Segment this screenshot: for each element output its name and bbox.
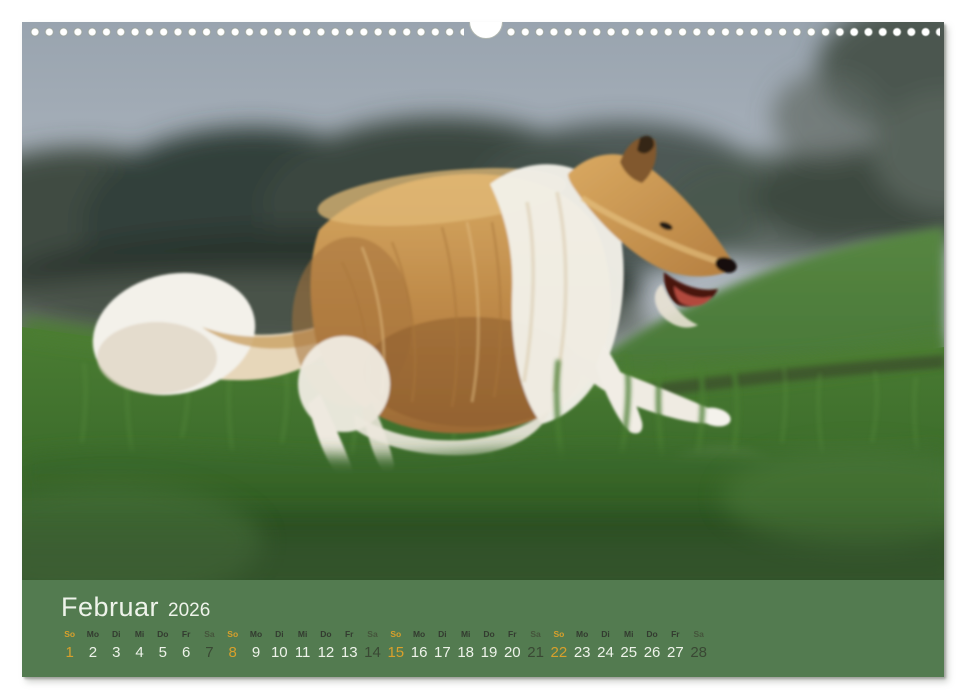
day-number: 9: [244, 643, 267, 663]
weekday-label: Mo: [571, 629, 594, 640]
day-cell: Mo 23: [571, 629, 594, 663]
binding-holes-right: [504, 25, 940, 39]
day-cell: Do 19: [477, 629, 500, 663]
weekday-label: Fr: [664, 629, 687, 640]
day-cell: Do 26: [640, 629, 663, 663]
day-number: 20: [501, 643, 524, 663]
day-cell: Sa 28: [687, 629, 710, 663]
day-number: 17: [431, 643, 454, 663]
day-cell: Di 17: [431, 629, 454, 663]
weekday-label: Di: [431, 629, 454, 640]
month-title: Februar 2026: [61, 592, 210, 623]
day-cell: Di 24: [594, 629, 617, 663]
day-cell: Mi 11: [291, 629, 314, 663]
weekday-label: Do: [477, 629, 500, 640]
dog-photo-illustration: [22, 22, 944, 580]
day-number: 14: [361, 643, 384, 663]
day-number: 16: [407, 643, 430, 663]
weekday-label: So: [547, 629, 570, 640]
day-cell: Fr 27: [664, 629, 687, 663]
weekday-label: Di: [594, 629, 617, 640]
weekday-label: So: [384, 629, 407, 640]
day-number: 26: [640, 643, 663, 663]
weekday-label: Mi: [454, 629, 477, 640]
day-cell: Mo 2: [81, 629, 104, 663]
day-number: 5: [151, 643, 174, 663]
day-number: 18: [454, 643, 477, 663]
day-number: 8: [221, 643, 244, 663]
weekday-label: Sa: [361, 629, 384, 640]
day-number: 28: [687, 643, 710, 663]
day-number: 27: [664, 643, 687, 663]
weekday-label: So: [221, 629, 244, 640]
day-number: 1: [58, 643, 81, 663]
day-number: 7: [198, 643, 221, 663]
weekday-label: Fr: [501, 629, 524, 640]
weekday-label: Do: [314, 629, 337, 640]
weekday-label: Fr: [338, 629, 361, 640]
day-number: 2: [81, 643, 104, 663]
weekday-label: Mi: [291, 629, 314, 640]
weekday-label: Fr: [174, 629, 197, 640]
weekday-label: Mo: [407, 629, 430, 640]
day-cell: Do 12: [314, 629, 337, 663]
day-cell: So 1: [58, 629, 81, 663]
day-cell: Fr 13: [338, 629, 361, 663]
day-cell: Sa 7: [198, 629, 221, 663]
weekday-label: Mi: [617, 629, 640, 640]
weekday-label: Do: [640, 629, 663, 640]
day-number: 12: [314, 643, 337, 663]
day-cell: Mi 4: [128, 629, 151, 663]
calendar-band: Februar2026 So1Mo2Di3Mi4Do5Fr6Sa7So8Mo9D…: [22, 580, 944, 677]
weekday-label: Mo: [81, 629, 104, 640]
weekday-label: Do: [151, 629, 174, 640]
day-number: 24: [594, 643, 617, 663]
day-number: 22: [547, 643, 570, 663]
calendar-sheet: Februar2026 So1Mo2Di3Mi4Do5Fr6Sa7So8Mo9D…: [22, 22, 944, 677]
day-number: 3: [105, 643, 128, 663]
weekday-label: Di: [268, 629, 291, 640]
weekday-label: Sa: [687, 629, 710, 640]
day-cell: Di 10: [268, 629, 291, 663]
weekday-label: Mo: [244, 629, 267, 640]
day-cell: Di 3: [105, 629, 128, 663]
day-cell: So 15: [384, 629, 407, 663]
day-cell: Fr 6: [174, 629, 197, 663]
day-number: 13: [338, 643, 361, 663]
day-number: 6: [174, 643, 197, 663]
day-cell: Fr 20: [501, 629, 524, 663]
day-number: 11: [291, 643, 314, 663]
day-cell: So 8: [221, 629, 244, 663]
day-cell: Mo 16: [407, 629, 430, 663]
day-cell: Sa 21: [524, 629, 547, 663]
weekday-label: Sa: [524, 629, 547, 640]
day-number: 4: [128, 643, 151, 663]
year-label: 2026: [168, 600, 210, 621]
weekday-label: Sa: [198, 629, 221, 640]
day-number: 19: [477, 643, 500, 663]
binding-holes-left: [28, 25, 464, 39]
calendar-photo: [22, 22, 944, 580]
date-row: So1Mo2Di3Mi4Do5Fr6Sa7So8Mo9Di10Mi11Do12F…: [58, 629, 710, 663]
day-cell: Sa 14: [361, 629, 384, 663]
day-cell: So 22: [547, 629, 570, 663]
day-cell: Do 5: [151, 629, 174, 663]
day-number: 15: [384, 643, 407, 663]
day-number: 25: [617, 643, 640, 663]
weekday-label: Di: [105, 629, 128, 640]
weekday-label: Mi: [128, 629, 151, 640]
month-name: Februar: [61, 592, 159, 622]
day-number: 23: [571, 643, 594, 663]
day-cell: Mi 18: [454, 629, 477, 663]
day-cell: Mo 9: [244, 629, 267, 663]
weekday-label: So: [58, 629, 81, 640]
day-number: 21: [524, 643, 547, 663]
day-number: 10: [268, 643, 291, 663]
day-cell: Mi 25: [617, 629, 640, 663]
